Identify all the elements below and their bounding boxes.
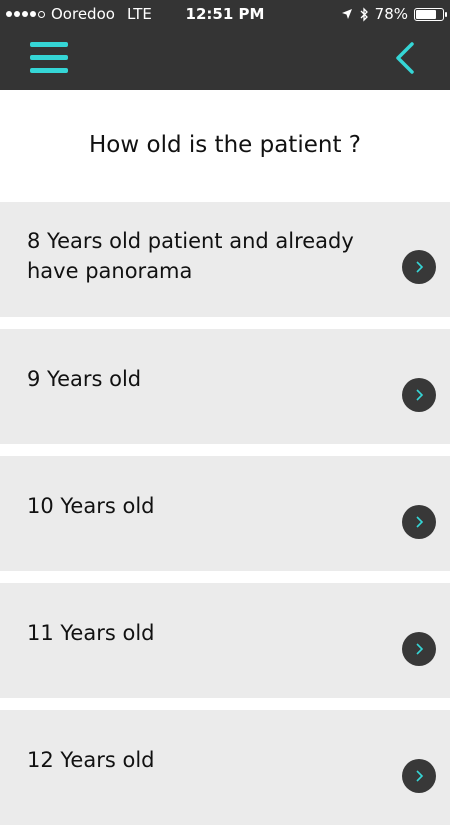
chevron-right-icon xyxy=(402,759,436,793)
answer-list: 8 Years old patient and already have pan… xyxy=(0,202,450,837)
bluetooth-icon xyxy=(360,6,368,22)
answer-option-label: 12 Years old xyxy=(27,748,155,772)
status-bar: Ooredoo LTE 12:51 PM 78% xyxy=(0,0,450,28)
location-arrow-icon xyxy=(341,9,352,19)
answer-option-11-years[interactable]: 11 Years old xyxy=(0,583,450,698)
answer-option-9-years[interactable]: 9 Years old xyxy=(0,329,450,444)
battery-percent: 78% xyxy=(374,5,408,23)
answer-option-8-years-panorama[interactable]: 8 Years old patient and already have pan… xyxy=(0,202,450,317)
app-header: Ooredoo LTE 12:51 PM 78% xyxy=(0,0,450,90)
status-right: 78% xyxy=(341,5,447,23)
question-title: How old is the patient ? xyxy=(89,132,361,158)
answer-option-12-years[interactable]: 12 Years old xyxy=(0,710,450,825)
hamburger-menu-icon xyxy=(30,42,68,47)
answer-option-label: 10 Years old xyxy=(27,494,155,518)
battery-icon xyxy=(414,7,447,21)
chevron-right-icon xyxy=(402,378,436,412)
chevron-right-icon xyxy=(402,505,436,539)
answer-option-label: 8 Years old patient and already have pan… xyxy=(27,229,354,283)
back-button[interactable] xyxy=(390,40,420,76)
answer-option-label: 9 Years old xyxy=(27,367,142,391)
answer-option-10-years[interactable]: 10 Years old xyxy=(0,456,450,571)
chevron-right-icon xyxy=(402,632,436,666)
chevron-right-icon xyxy=(402,250,436,284)
menu-button[interactable] xyxy=(30,42,68,76)
chevron-left-icon xyxy=(396,42,414,74)
answer-option-label: 11 Years old xyxy=(27,621,155,645)
